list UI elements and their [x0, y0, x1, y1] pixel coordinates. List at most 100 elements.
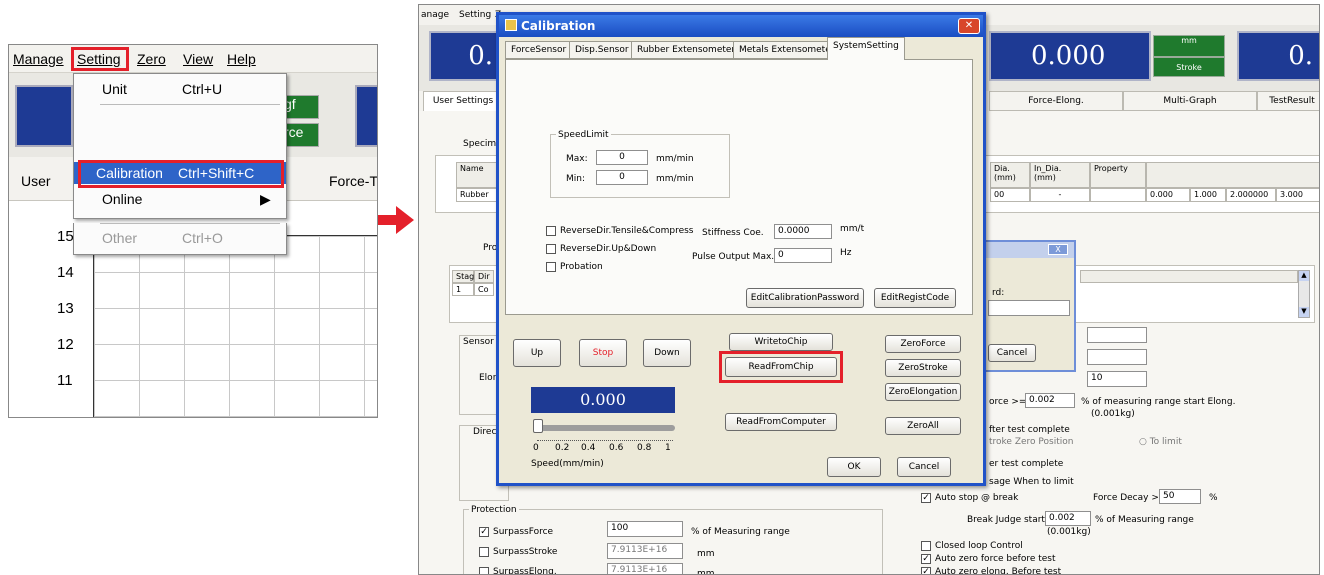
down-button[interactable]: Down: [643, 339, 691, 367]
tab-force-time[interactable]: Force-T: [329, 173, 377, 189]
zero-stroke-button[interactable]: ZeroStroke: [885, 359, 961, 377]
pulse-input[interactable]: 0: [774, 248, 832, 263]
edit-regist-code-button[interactable]: EditRegistCode: [874, 288, 956, 308]
tab-user-settings[interactable]: User Settings: [423, 91, 503, 111]
stage-scrollbar[interactable]: ▲ ▼: [1298, 270, 1310, 318]
auto-stop-checkbox[interactable]: ✓: [921, 493, 931, 503]
tab-system-setting[interactable]: SystemSetting: [827, 37, 905, 60]
tab-rubber-extensometer[interactable]: Rubber Extensometer: [631, 41, 742, 59]
display-force: 0.: [429, 31, 499, 81]
menu-help[interactable]: Help: [227, 51, 256, 67]
scroll-up-icon[interactable]: ▲: [1299, 271, 1309, 281]
scroll-down-icon[interactable]: ▼: [1299, 307, 1309, 317]
y-tick: 11: [57, 372, 73, 389]
ok-button[interactable]: OK: [827, 457, 881, 477]
menu-manage[interactable]: anage: [421, 10, 449, 20]
reverse-updown-label: ReverseDir.Up&Down: [560, 244, 657, 254]
surpass-stroke-input[interactable]: 7.9113E+16: [607, 543, 683, 559]
surpass-force-input[interactable]: 100: [607, 521, 683, 537]
tab-metals-extensometer[interactable]: Metals Extensometer: [733, 41, 841, 59]
password-input[interactable]: [988, 300, 1070, 316]
close-icon[interactable]: ✕: [958, 18, 980, 34]
cancel-button[interactable]: Cancel: [897, 457, 951, 477]
break-judge-suffix: % of Measuring range: [1095, 515, 1194, 525]
table-cell[interactable]: 0.000: [1146, 188, 1190, 202]
min-speed-input[interactable]: 0: [596, 170, 648, 185]
tab-multi-graph[interactable]: Multi-Graph: [1123, 91, 1257, 111]
table-cell[interactable]: 1: [452, 283, 474, 296]
write-to-chip-button[interactable]: WritetoChip: [729, 333, 833, 351]
table-cell[interactable]: [1090, 188, 1146, 202]
dropdown-tail: Other Ctrl+O: [73, 223, 287, 255]
max-unit: mm/min: [656, 154, 694, 164]
to-limit-radio[interactable]: ○ To limit: [1139, 437, 1182, 447]
zero-elongation-button[interactable]: ZeroElongation: [885, 383, 961, 401]
tab-test-result[interactable]: TestResult: [1257, 91, 1319, 111]
reverse-updown-checkbox[interactable]: [546, 244, 556, 254]
slider-tick: 0: [533, 443, 539, 453]
table-cell[interactable]: Co: [474, 283, 494, 296]
surpass-elong-input[interactable]: 7.9113E+16: [607, 563, 683, 574]
table-header: [1146, 162, 1319, 188]
menu-setting[interactable]: Setting: [459, 10, 491, 20]
menu-separator: [100, 223, 280, 224]
closed-loop-checkbox[interactable]: [921, 541, 931, 551]
surpass-force-checkbox[interactable]: ✓: [479, 527, 489, 537]
y-tick: 13: [57, 300, 74, 317]
setting-field[interactable]: 10: [1087, 371, 1147, 387]
menu-separator: [100, 104, 280, 105]
er-test-label: er test complete: [989, 459, 1064, 469]
zero-force-button[interactable]: ZeroForce: [885, 335, 961, 353]
menuitem-unit[interactable]: Unit Ctrl+U: [74, 78, 286, 100]
tab-force-sensor[interactable]: ForceSensor: [505, 41, 573, 59]
display-stroke: 0.000: [989, 31, 1151, 81]
slider-tick: 0.8: [637, 443, 652, 453]
menuitem-online[interactable]: Online ▶: [74, 188, 286, 210]
surpass-stroke-checkbox[interactable]: [479, 547, 489, 557]
y-tick: 12: [57, 336, 74, 353]
menu-manage[interactable]: Manage: [13, 51, 64, 67]
break-judge-input[interactable]: 0.002: [1045, 511, 1091, 526]
stop-button[interactable]: Stop: [579, 339, 627, 367]
zero-all-button[interactable]: ZeroAll: [885, 417, 961, 435]
table-cell[interactable]: 1.000: [1190, 188, 1226, 202]
stiffness-label: Stiffness Coe.: [702, 228, 764, 238]
max-speed-input[interactable]: 0: [596, 150, 648, 165]
calibration-highlight-box: [78, 160, 284, 188]
tab-user[interactable]: User: [21, 173, 51, 189]
up-button[interactable]: Up: [513, 339, 561, 367]
display-elong: 0.: [1237, 31, 1319, 81]
table-cell[interactable]: 00: [990, 188, 1030, 202]
unit-mm-button[interactable]: mm: [1153, 35, 1225, 57]
pw-cancel-button[interactable]: Cancel: [988, 344, 1036, 362]
tab-force-elong[interactable]: Force-Elong.: [989, 91, 1123, 111]
setting-field[interactable]: [1087, 349, 1147, 365]
table-cell[interactable]: 3.000: [1276, 188, 1319, 202]
edit-calibration-password-button[interactable]: EditCalibrationPassword: [746, 288, 864, 308]
stiffness-input[interactable]: 0.0000: [774, 224, 832, 239]
force-start-input[interactable]: 0.002: [1025, 393, 1075, 408]
speed-slider-track[interactable]: [535, 425, 675, 431]
table-cell[interactable]: -: [1030, 188, 1090, 202]
setting-field[interactable]: [1087, 327, 1147, 343]
auto-zero-force-checkbox[interactable]: ✓: [921, 554, 931, 564]
unit-stroke-button[interactable]: Stroke: [1153, 57, 1225, 77]
close-icon[interactable]: X: [1048, 244, 1068, 255]
tab-disp-sensor[interactable]: Disp.Sensor: [569, 41, 635, 59]
read-from-computer-button[interactable]: ReadFromComputer: [725, 413, 837, 431]
menu-zero[interactable]: Zero: [137, 51, 166, 67]
probation-checkbox[interactable]: [546, 262, 556, 272]
reverse-tensile-checkbox[interactable]: [546, 226, 556, 236]
menu-view[interactable]: View: [183, 51, 213, 67]
force-decay-unit: %: [1209, 493, 1218, 503]
speed-slider-thumb[interactable]: [533, 419, 543, 433]
auto-zero-elong-checkbox[interactable]: ✓: [921, 567, 931, 574]
surpass-elong-checkbox[interactable]: [479, 567, 489, 574]
menuitem-other[interactable]: Other Ctrl+O: [74, 227, 286, 249]
right-arrow-icon: [378, 206, 414, 234]
force-decay-input[interactable]: 50: [1159, 489, 1201, 504]
table-cell[interactable]: 2.000000: [1226, 188, 1276, 202]
break-judge-note: (0.001kg): [1047, 527, 1091, 537]
read-from-chip-highlight-box: [719, 351, 843, 383]
slider-tick-labels: 0 0.2 0.4 0.6 0.8 1: [533, 443, 683, 455]
